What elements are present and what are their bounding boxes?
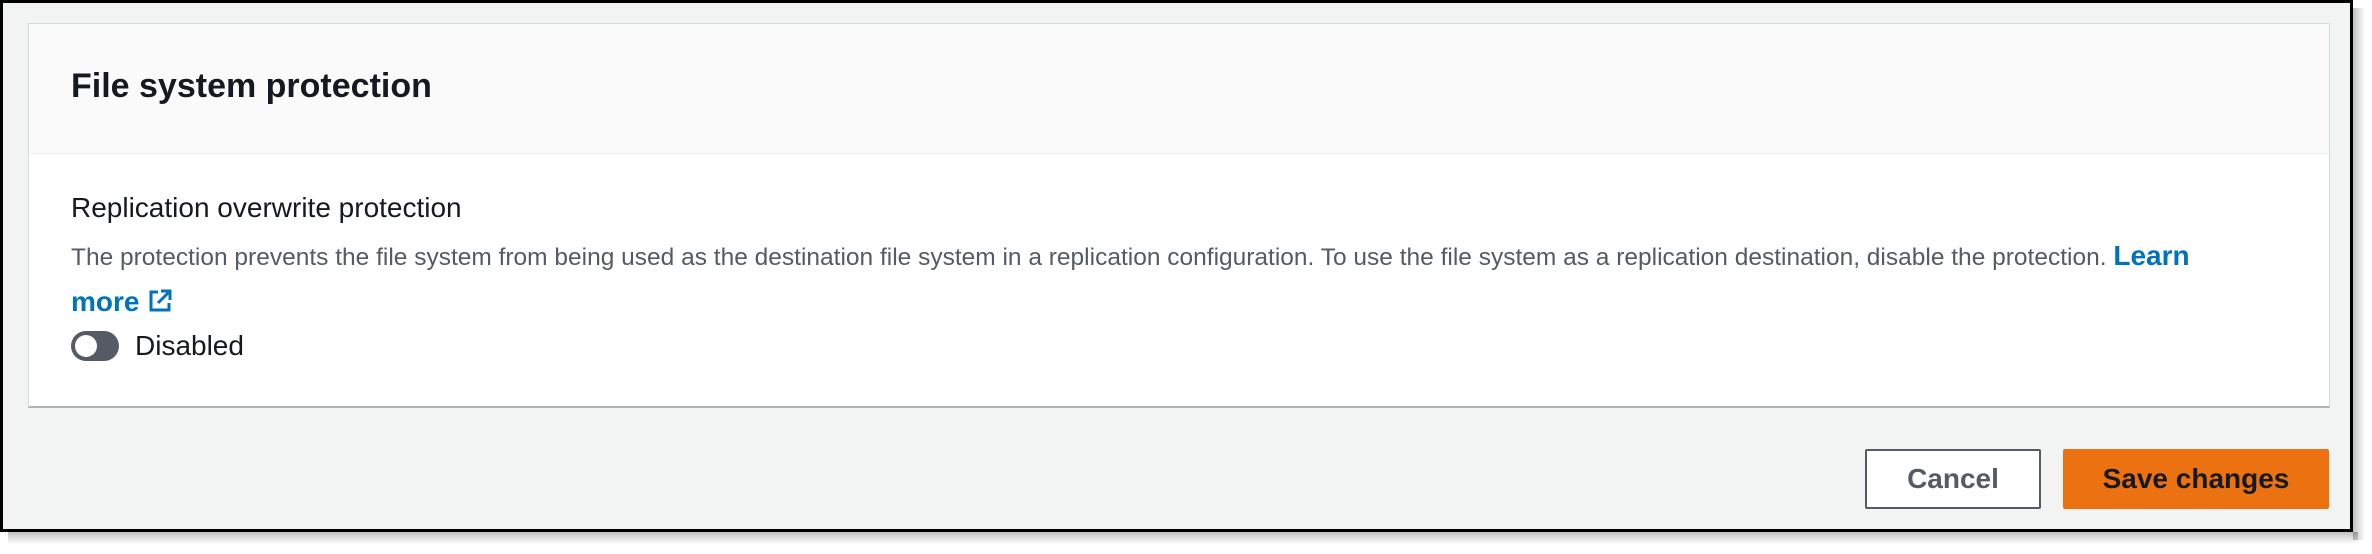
card-header: File system protection xyxy=(29,24,2329,154)
toggle-label: Disabled xyxy=(135,330,244,361)
external-link-icon xyxy=(147,283,173,327)
field-description-text: The protection prevents the file system … xyxy=(71,244,2114,271)
card-title: File system protection xyxy=(71,67,432,105)
field-description: The protection prevents the file system … xyxy=(71,234,2251,327)
field-label: Replication overwrite protection xyxy=(71,192,462,223)
settings-card: File system protection Replication overw… xyxy=(28,23,2330,408)
frame-shadow-right xyxy=(2353,8,2365,540)
dialog-frame: File system protection Replication overw… xyxy=(0,0,2353,532)
save-changes-button[interactable]: Save changes xyxy=(2063,449,2329,509)
toggle-knob xyxy=(75,335,97,357)
replication-protection-toggle[interactable] xyxy=(71,331,119,361)
cancel-button[interactable]: Cancel xyxy=(1865,449,2041,509)
toggle-row: Disabled xyxy=(71,330,244,362)
frame-shadow-bottom xyxy=(8,532,2358,544)
